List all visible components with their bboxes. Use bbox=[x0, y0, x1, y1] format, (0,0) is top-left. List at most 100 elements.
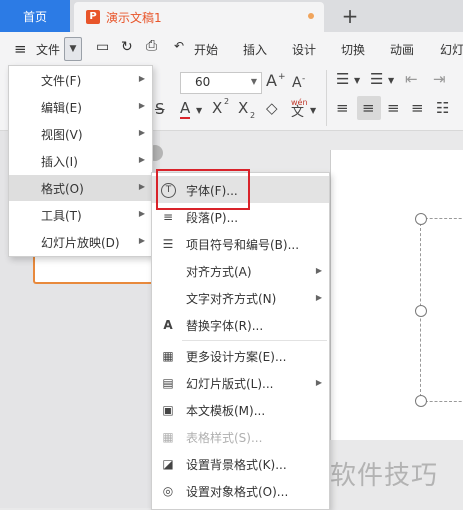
chevron-right-icon: ▶ bbox=[138, 182, 145, 191]
export-icon[interactable]: ↻ bbox=[121, 39, 133, 55]
subscript-mark: 2 bbox=[250, 111, 256, 120]
font-color-button[interactable]: A bbox=[180, 99, 191, 119]
submenu-item-label: 文字对齐方式(N) bbox=[186, 292, 277, 306]
menu-item-label: 插入(I) bbox=[41, 154, 78, 169]
superscript-mark: 2 bbox=[224, 97, 230, 106]
menu-item-label: 编辑(E) bbox=[41, 100, 82, 115]
chevron-right-icon: ▶ bbox=[138, 236, 145, 245]
file-menu-button[interactable]: 文件 bbox=[36, 41, 60, 58]
menu-slideshow[interactable]: 幻灯 bbox=[440, 41, 463, 58]
slide-layout-icon: ▤ bbox=[162, 376, 174, 390]
submenu-item-label: 幻灯片版式(L)... bbox=[186, 377, 274, 391]
resize-handle[interactable] bbox=[415, 213, 427, 225]
file-dropdown-menu: 文件(F) ▶ 编辑(E) ▶ 视图(V) ▶ 插入(I) ▶ 格式(O) ▶ … bbox=[8, 65, 153, 257]
menu-item-edit[interactable]: 编辑(E) ▶ bbox=[9, 94, 152, 120]
menu-design[interactable]: 设计 bbox=[292, 41, 316, 58]
menu-item-slideshow[interactable]: 幻灯片放映(D) ▶ bbox=[9, 229, 152, 255]
menu-item-label: 工具(T) bbox=[41, 208, 82, 223]
font-size-select[interactable]: 60 ▼ bbox=[180, 72, 262, 94]
hamburger-icon[interactable]: ≡ bbox=[14, 40, 27, 58]
document-title: 演示文稿1 bbox=[106, 10, 162, 25]
resize-handle[interactable] bbox=[415, 395, 427, 407]
submenu-item-label: 项目符号和编号(B)... bbox=[186, 238, 300, 252]
chevron-down-icon[interactable]: ▼ bbox=[354, 72, 360, 90]
background-format-icon: ◪ bbox=[162, 457, 174, 471]
watermark: 软件技巧 bbox=[330, 461, 439, 491]
align-left-icon[interactable]: ≡ bbox=[336, 99, 349, 117]
submenu-item-label: 对齐方式(A) bbox=[186, 265, 252, 279]
menu-start[interactable]: 开始 bbox=[194, 41, 218, 58]
submenu-item-bullets[interactable]: ☰ 项目符号和编号(B)... bbox=[152, 230, 329, 257]
superscript-button[interactable]: X bbox=[212, 99, 222, 117]
submenu-item-label: 表格样式(S)... bbox=[186, 431, 263, 445]
save-icon[interactable]: ▭ bbox=[96, 39, 109, 55]
submenu-item-template[interactable]: ▣ 本文模板(M)... bbox=[152, 396, 329, 423]
chevron-right-icon: ▶ bbox=[138, 155, 145, 164]
increase-indent-icon[interactable]: ⇥ bbox=[433, 70, 446, 88]
menu-item-tools[interactable]: 工具(T) ▶ bbox=[9, 202, 152, 228]
replace-font-icon: A bbox=[163, 318, 173, 332]
menu-transition[interactable]: 切换 bbox=[341, 41, 365, 58]
new-tab-button[interactable]: + bbox=[340, 4, 360, 28]
chevron-right-icon: ▶ bbox=[138, 209, 145, 218]
submenu-item-more-designs[interactable]: ▦ 更多设计方案(E)... bbox=[152, 342, 329, 369]
submenu-item-label: 设置对象格式(O)... bbox=[186, 485, 289, 499]
menu-item-label: 格式(O) bbox=[41, 181, 84, 196]
decrease-indent-icon[interactable]: ⇤ bbox=[405, 70, 418, 88]
numbered-list-icon[interactable]: ☰ bbox=[370, 70, 383, 88]
submenu-item-label: 本文模板(M)... bbox=[186, 404, 266, 418]
submenu-item-slide-layout[interactable]: ▤ 幻灯片版式(L)... ▶ bbox=[152, 369, 329, 396]
chevron-right-icon: ▶ bbox=[315, 293, 322, 302]
chevron-right-icon: ▶ bbox=[315, 266, 322, 275]
subscript-button[interactable]: X bbox=[238, 99, 248, 117]
menu-item-label: 视图(V) bbox=[41, 127, 83, 142]
undo-icon[interactable]: ↶ bbox=[174, 39, 184, 53]
ribbon-divider bbox=[326, 70, 327, 126]
submenu-item-text-alignment[interactable]: 文字对齐方式(N) ▶ bbox=[152, 284, 329, 311]
chevron-down-icon: ▼ bbox=[250, 77, 257, 86]
chevron-right-icon: ▶ bbox=[138, 74, 145, 83]
object-format-icon: ◎ bbox=[162, 484, 174, 498]
resize-handle[interactable] bbox=[415, 305, 427, 317]
menu-insert[interactable]: 插入 bbox=[243, 41, 267, 58]
chevron-down-icon[interactable]: ▼ bbox=[310, 102, 316, 120]
unsaved-dot-icon bbox=[308, 13, 314, 19]
submenu-item-table-style: ▦ 表格样式(S)... bbox=[152, 423, 329, 450]
strikethrough-button[interactable]: S bbox=[155, 100, 165, 118]
menu-item-label: 幻灯片放映(D) bbox=[41, 235, 120, 250]
submenu-item-object-format[interactable]: ◎ 设置对象格式(O)... bbox=[152, 477, 329, 504]
tab-document[interactable]: P 演示文稿1 bbox=[74, 2, 324, 32]
template-icon: ▣ bbox=[162, 403, 174, 417]
tab-home[interactable]: 首页 bbox=[0, 0, 70, 32]
phonetic-guide-button[interactable]: 文 bbox=[291, 104, 304, 122]
highlight-box bbox=[156, 169, 250, 210]
chevron-down-icon[interactable]: ▼ bbox=[388, 72, 394, 90]
menu-item-insert[interactable]: 插入(I) ▶ bbox=[9, 148, 152, 174]
align-right-icon[interactable]: ≡ bbox=[387, 99, 400, 117]
shrink-font-icon[interactable]: A bbox=[292, 74, 302, 92]
eraser-icon[interactable]: ◇ bbox=[266, 99, 278, 117]
design-scheme-icon: ▦ bbox=[162, 349, 174, 363]
chevron-right-icon: ▶ bbox=[138, 128, 145, 137]
presentation-icon: P bbox=[86, 10, 100, 24]
justify-icon[interactable]: ≡ bbox=[411, 99, 424, 117]
print-icon[interactable]: ⎙ bbox=[146, 38, 157, 54]
menu-separator bbox=[182, 340, 327, 341]
menu-animation[interactable]: 动画 bbox=[390, 41, 414, 58]
submenu-item-background-format[interactable]: ◪ 设置背景格式(K)... bbox=[152, 450, 329, 477]
bullet-list-icon[interactable]: ☰ bbox=[336, 70, 349, 88]
table-style-icon: ▦ bbox=[162, 430, 174, 444]
format-submenu: T 字体(F)... ≡ 段落(P)... ☰ 项目符号和编号(B)... 对齐… bbox=[151, 172, 330, 510]
shrink-font-minus-icon: - bbox=[302, 74, 306, 84]
menu-item-view[interactable]: 视图(V) ▶ bbox=[9, 121, 152, 147]
submenu-item-replace-font[interactable]: A 替换字体(R)... bbox=[152, 311, 329, 338]
align-center-icon[interactable]: ≡ bbox=[362, 99, 375, 117]
chevron-down-icon[interactable]: ▼ bbox=[196, 102, 202, 120]
menu-item-format[interactable]: 格式(O) ▶ bbox=[9, 175, 152, 201]
menu-item-label: 文件(F) bbox=[41, 73, 82, 88]
grow-font-icon[interactable]: A bbox=[266, 72, 277, 90]
chevron-down-icon[interactable]: ▼ bbox=[64, 37, 82, 61]
distributed-align-icon[interactable]: ☷ bbox=[436, 99, 449, 117]
menu-item-file[interactable]: 文件(F) ▶ bbox=[9, 67, 152, 93]
submenu-item-alignment[interactable]: 对齐方式(A) ▶ bbox=[152, 257, 329, 284]
